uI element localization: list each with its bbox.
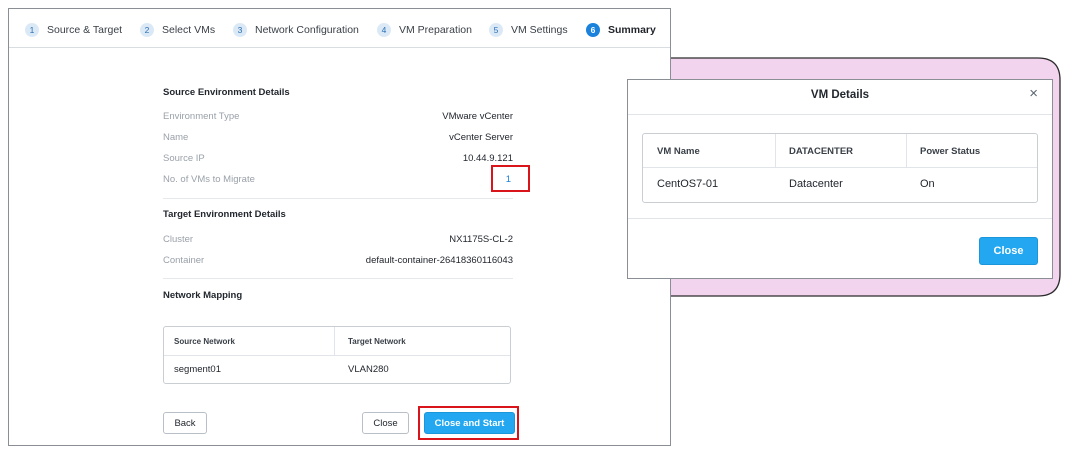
column-header: Source Network <box>174 337 235 346</box>
container-row: Container default-container-264183601160… <box>163 255 513 269</box>
vm-count-row: No. of VMs to Migrate 1 <box>163 174 513 188</box>
vm-count-label: No. of VMs to Migrate <box>163 174 255 185</box>
modal-header-divider <box>628 114 1052 115</box>
step-label: Select VMs <box>162 24 216 36</box>
back-button[interactable]: Back <box>163 412 207 434</box>
modal-title: VM Details <box>810 89 870 101</box>
name-row: Name vCenter Server <box>163 132 513 146</box>
name-value: vCenter Server <box>449 132 513 143</box>
column-divider <box>775 134 776 167</box>
close-icon[interactable]: × <box>1029 86 1038 101</box>
step-number: 5 <box>489 23 503 37</box>
column-divider <box>334 327 335 355</box>
step-source-target[interactable]: 1 Source & Target <box>25 22 122 38</box>
cluster-value: NX1175S-CL-2 <box>449 234 513 245</box>
table-header: Source Network Target Network <box>164 327 510 356</box>
source-ip-value: 10.44.9.121 <box>462 153 513 164</box>
step-summary[interactable]: 6 Summary <box>586 22 656 38</box>
step-number: 3 <box>233 23 247 37</box>
env-type-value: VMware vCenter <box>442 111 513 122</box>
divider <box>163 278 513 279</box>
modal-footer-divider <box>628 218 1052 219</box>
column-header: VM Name <box>657 146 700 157</box>
step-select-vms[interactable]: 2 Select VMs <box>140 22 215 38</box>
step-network-configuration[interactable]: 3 Network Configuration <box>233 22 359 38</box>
target-section-title: Target Environment Details <box>163 209 286 220</box>
source-network-cell: segment01 <box>174 364 222 375</box>
migration-wizard-panel: 1 Source & Target 2 Select VMs 3 Network… <box>8 8 671 446</box>
step-number: 2 <box>140 23 154 37</box>
source-section-title: Source Environment Details <box>163 87 290 98</box>
env-type-row: Environment Type VMware vCenter <box>163 111 513 125</box>
column-header: DATACENTER <box>789 146 854 157</box>
modal-close-button[interactable]: Close <box>979 237 1038 265</box>
cluster-row: Cluster NX1175S-CL-2 <box>163 234 513 248</box>
step-label: Summary <box>608 24 656 36</box>
step-vm-preparation[interactable]: 4 VM Preparation <box>377 22 472 38</box>
target-network-cell: VLAN280 <box>348 364 389 375</box>
step-label: VM Preparation <box>399 24 472 36</box>
power-status-cell: On <box>920 178 935 190</box>
step-label: Source & Target <box>47 24 123 36</box>
divider <box>163 198 513 199</box>
datacenter-cell: Datacenter <box>789 178 843 190</box>
step-vm-settings[interactable]: 5 VM Settings <box>489 22 568 38</box>
vm-count-highlight-box <box>491 165 530 192</box>
cluster-label: Cluster <box>163 234 194 245</box>
name-label: Name <box>163 132 189 143</box>
source-ip-row: Source IP 10.44.9.121 <box>163 153 513 167</box>
column-divider <box>906 134 907 167</box>
close-button[interactable]: Close <box>362 412 409 434</box>
step-number: 1 <box>25 23 39 37</box>
step-number: 4 <box>377 23 391 37</box>
column-header: Target Network <box>348 337 406 346</box>
vm-details-table: VM Name DATACENTER Power Status CentOS7-… <box>642 133 1038 203</box>
network-section-title: Network Mapping <box>163 290 243 301</box>
network-mapping-table: Source Network Target Network segment01 … <box>163 326 511 384</box>
step-label: VM Settings <box>511 24 568 36</box>
vm-details-modal: VM Details × VM Name DATACENTER Power St… <box>627 79 1053 279</box>
source-ip-label: Source IP <box>163 153 205 164</box>
table-header: VM Name DATACENTER Power Status <box>643 134 1037 168</box>
close-and-start-highlight-box <box>418 406 519 440</box>
container-value: default-container-26418360116043 <box>365 255 513 266</box>
wizard-steps-bar: 1 Source & Target 2 Select VMs 3 Network… <box>9 9 670 48</box>
vm-name-cell: CentOS7-01 <box>657 178 719 190</box>
step-number: 6 <box>586 23 600 37</box>
env-type-label: Environment Type <box>163 111 240 122</box>
column-header: Power Status <box>920 146 981 157</box>
step-label: Network Configuration <box>255 24 359 36</box>
container-label: Container <box>163 255 205 266</box>
